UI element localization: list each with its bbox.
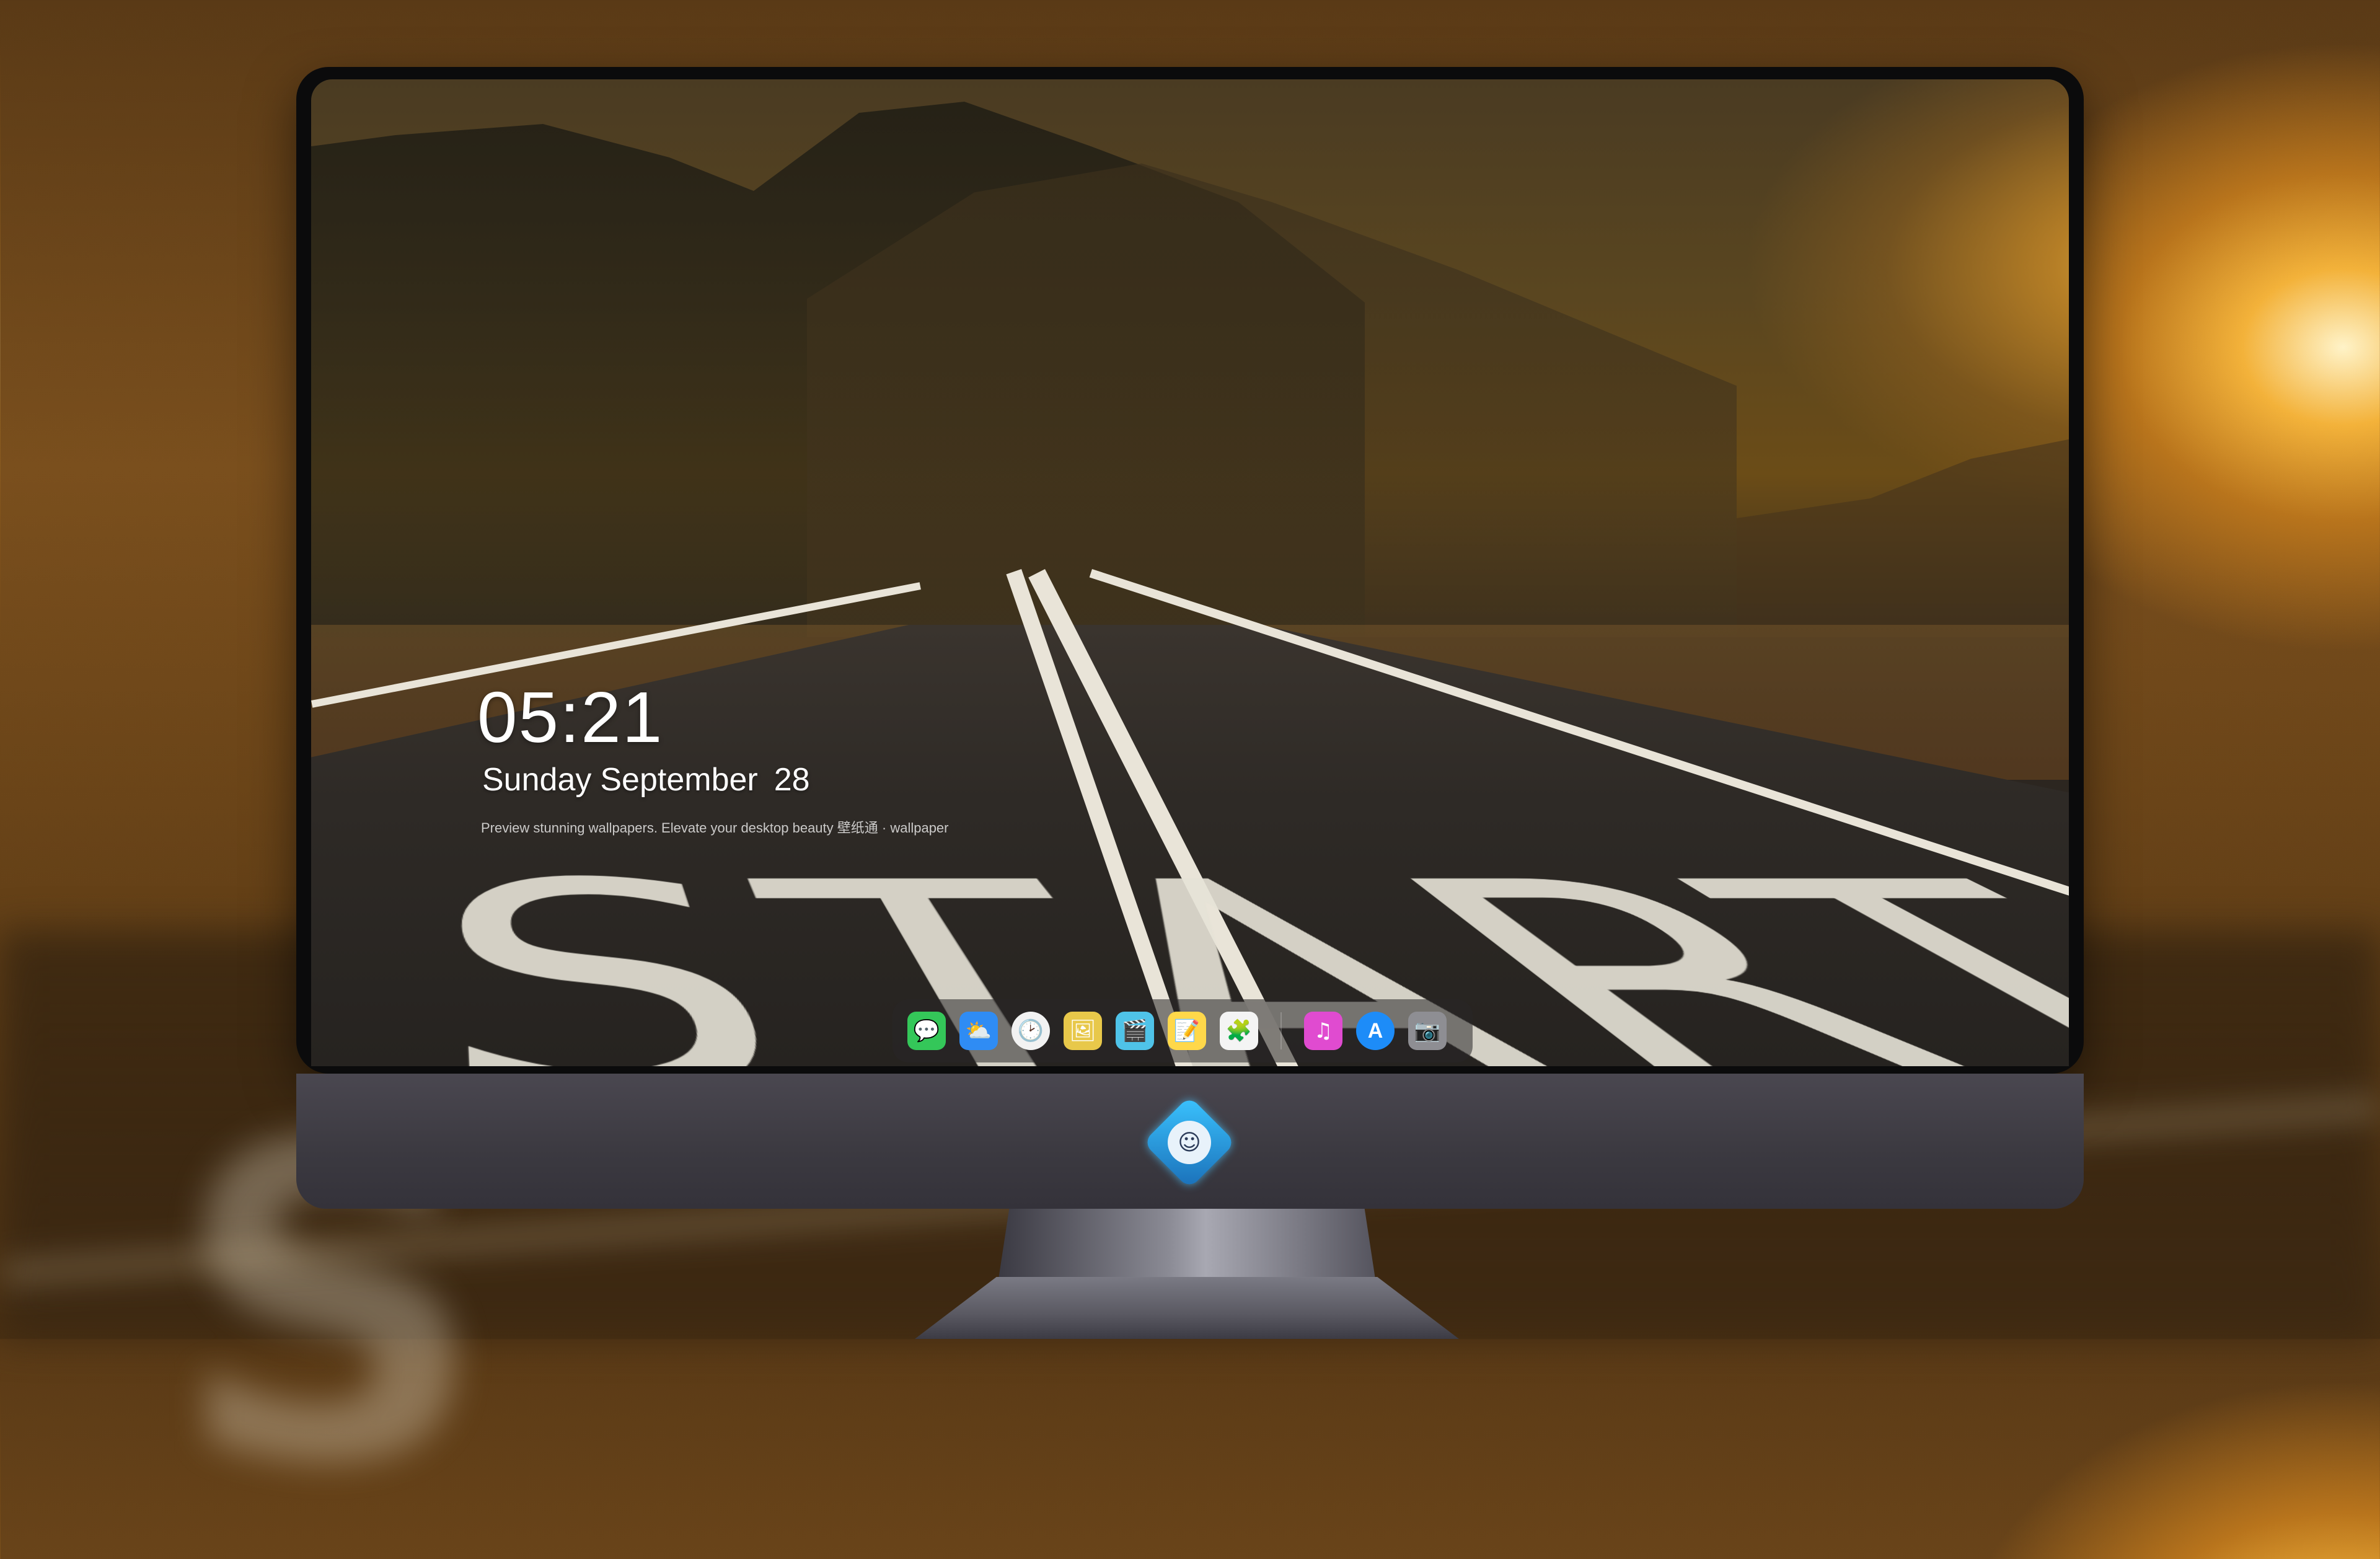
- messages-glyph: 💬: [913, 1018, 940, 1043]
- date-month: September: [600, 762, 758, 798]
- notes-icon[interactable]: 📝: [1168, 1012, 1206, 1050]
- wallpaper-caption: Preview stunning wallpapers. Elevate you…: [481, 820, 949, 836]
- clapperboard-icon[interactable]: 🎬: [1116, 1012, 1154, 1050]
- preview-glyph: 🖼: [1069, 1018, 1096, 1043]
- chat-bubble-icon[interactable]: 💬: [907, 1012, 946, 1050]
- camera-glyph: 📷: [1414, 1018, 1441, 1043]
- camera-icon[interactable]: 📷: [1408, 1012, 1447, 1050]
- dock-separator: [1280, 1012, 1282, 1049]
- clock-time: 05:21: [477, 677, 664, 757]
- dock: 💬 ⛅ 🕑 🖼 🎬 📝 🧩 ♫ A 📷: [892, 999, 1473, 1062]
- music-glyph: ♫: [1313, 1018, 1333, 1043]
- photos-glyph: 🧩: [1225, 1018, 1253, 1043]
- preview-icon[interactable]: 🖼: [1064, 1012, 1102, 1050]
- monitor-stand-base: [915, 1277, 1459, 1339]
- date-line: Sunday September 28: [482, 761, 810, 798]
- photos-icon[interactable]: 🧩: [1220, 1012, 1258, 1050]
- clock-glyph: 🕑: [1017, 1018, 1044, 1043]
- clock-icon[interactable]: 🕑: [1011, 1012, 1050, 1050]
- monitor-stand-neck: [998, 1209, 1376, 1283]
- music-note-icon[interactable]: ♫: [1304, 1012, 1342, 1050]
- mascot-face-icon: ☺: [1168, 1121, 1211, 1164]
- app-store-icon[interactable]: A: [1356, 1012, 1395, 1050]
- weather-glyph: ⛅: [965, 1018, 992, 1043]
- date-weekday: Sunday: [482, 762, 592, 798]
- clips-glyph: 🎬: [1121, 1018, 1148, 1043]
- weather-icon[interactable]: ⛅: [959, 1012, 998, 1050]
- date-day: 28: [774, 762, 810, 798]
- app-store-glyph: A: [1367, 1018, 1383, 1043]
- notes-glyph: 📝: [1173, 1018, 1201, 1043]
- desktop-screen: START: [311, 79, 2069, 1066]
